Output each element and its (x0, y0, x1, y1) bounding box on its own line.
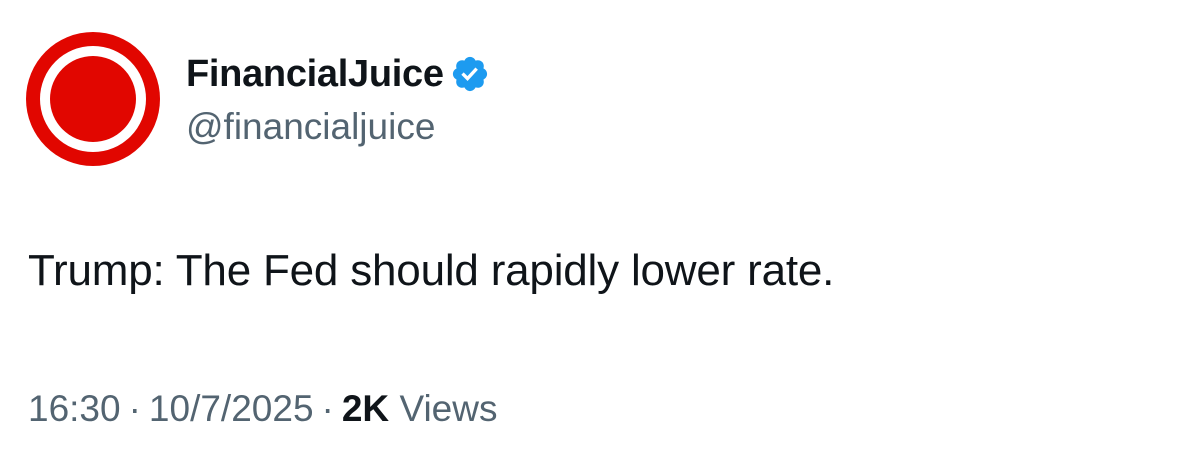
avatar[interactable] (26, 32, 160, 166)
views-count[interactable]: 2K (342, 388, 389, 429)
tweet-text: Trump: The Fed should rapidly lower rate… (28, 246, 835, 295)
display-name[interactable]: FinancialJuice (186, 53, 444, 96)
tweet-time[interactable]: 16:30 (28, 388, 121, 429)
author-handle[interactable]: @financialjuice (186, 106, 490, 148)
author-identity: FinancialJuice @financialjuice (186, 48, 490, 148)
tweet-meta: 16:30 · 10/7/2025 · 2K Views (28, 388, 497, 430)
tweet-date[interactable]: 10/7/2025 (149, 388, 314, 429)
meta-separator: · (321, 388, 334, 429)
name-row: FinancialJuice (186, 48, 490, 100)
meta-separator: · (128, 388, 141, 429)
avatar-core (50, 56, 136, 142)
tweet-card: FinancialJuice @financialjuice Trump: Th… (0, 0, 1178, 458)
views-label: Views (399, 388, 498, 429)
verified-badge-icon (450, 54, 490, 94)
